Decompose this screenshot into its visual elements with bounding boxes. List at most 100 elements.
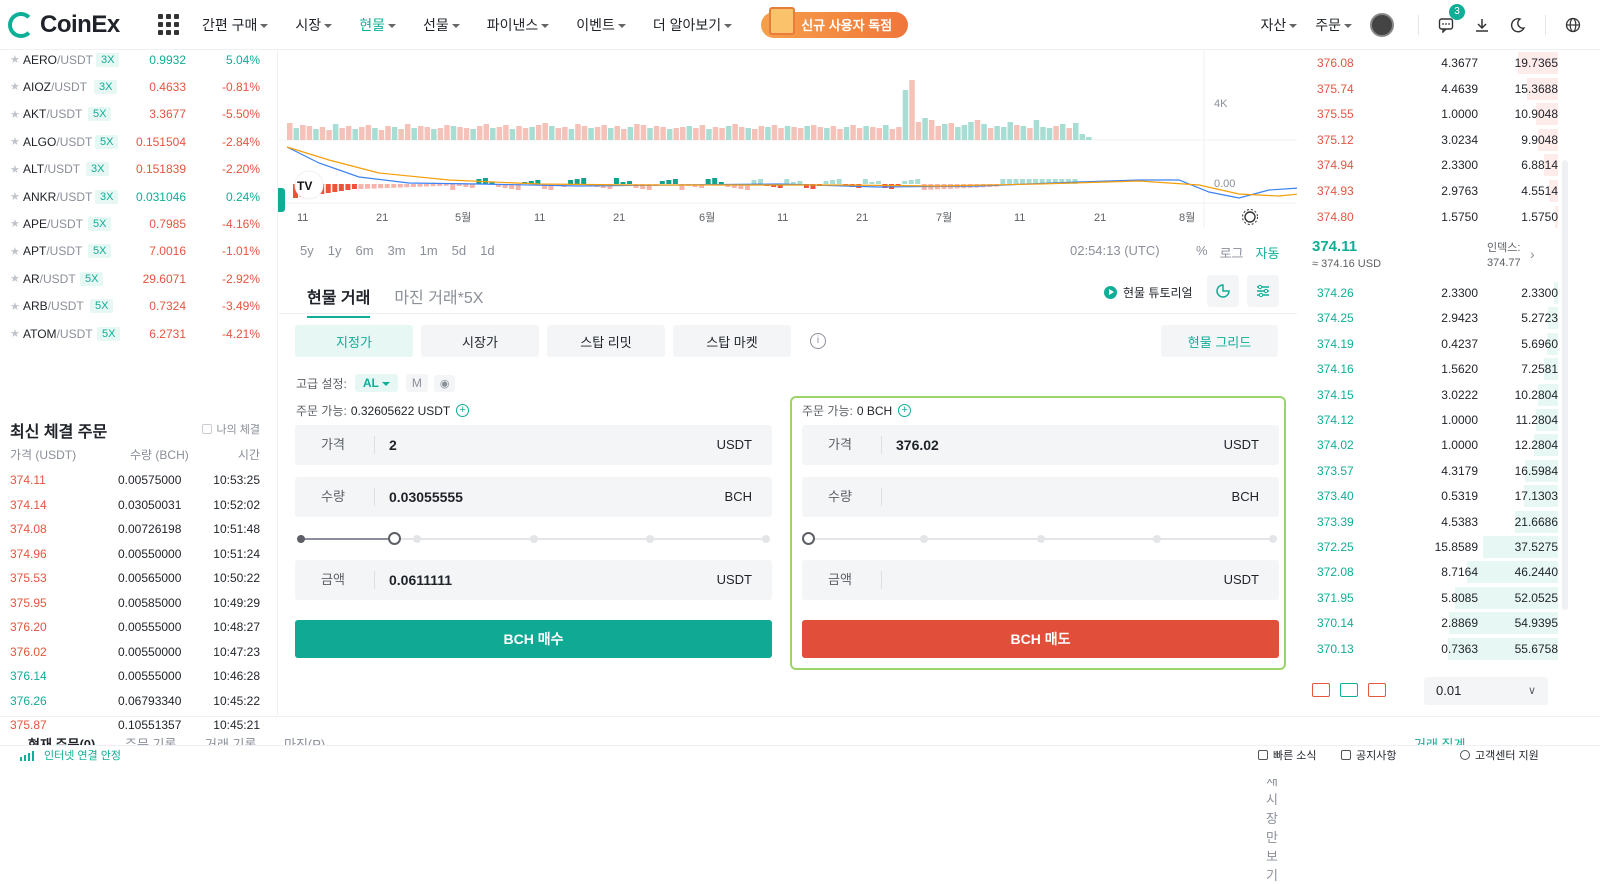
al-toggle[interactable]: AL — [354, 374, 398, 392]
market-row[interactable]: ★ ALT/USDT 3X 0.151839 -2.20% — [0, 156, 278, 183]
nav-item-events[interactable]: 이벤트 — [576, 15, 626, 35]
star-icon[interactable]: ★ — [10, 327, 20, 340]
order-book-row[interactable]: 375.74 4.4639 15.3688 — [1298, 76, 1558, 102]
slider-step-dot[interactable] — [920, 535, 929, 543]
order-book-row[interactable]: 373.57 4.3179 16.5984 — [1298, 458, 1558, 484]
my-trades-toggle[interactable]: 나의 체결 — [202, 421, 260, 437]
deposit-plus-icon[interactable]: + — [456, 404, 470, 417]
spot-tutorial-link[interactable]: 현물 튜토리얼 — [1104, 284, 1193, 301]
buy-price-field[interactable]: 가격 2 USDT — [295, 425, 772, 465]
sell-total-field[interactable]: 금액 USDT — [802, 560, 1279, 600]
sell-quantity-field[interactable]: 수량 BCH — [802, 477, 1279, 517]
slider-step-dot[interactable] — [1152, 535, 1161, 543]
range-3m[interactable]: 3m — [388, 243, 406, 258]
avatar[interactable] — [1370, 13, 1394, 37]
order-book-row[interactable]: 374.19 0.4237 5.6960 — [1298, 331, 1558, 357]
spot-grid-button[interactable]: 현물 그리드 — [1161, 325, 1278, 357]
settings-sliders-icon[interactable] — [1247, 275, 1279, 307]
nav-item-spot[interactable]: 현물 — [359, 15, 396, 35]
nav-item-futures[interactable]: 선물 — [423, 15, 460, 35]
slider-step-dot[interactable] — [413, 535, 422, 543]
market-row[interactable]: ★ ANKR/USDT 3X 0.031046 0.24% — [0, 183, 278, 210]
star-icon[interactable]: ★ — [10, 245, 20, 258]
range-1m[interactable]: 1m — [420, 243, 438, 258]
star-icon[interactable]: ★ — [10, 217, 20, 230]
quick-news-link[interactable]: 빠른 소식 — [1258, 747, 1317, 763]
auto-scale-toggle[interactable]: 자동 — [1255, 243, 1279, 262]
market-row[interactable]: ★ AKT/USDT 5X 3.3677 -5.50% — [0, 101, 278, 128]
star-icon[interactable]: ★ — [10, 80, 20, 93]
price-chart[interactable]: 4K 0.00 11 21 5월 11 21 6월 11 21 7월 11 21 8월 TV — [278, 50, 1297, 270]
info-icon[interactable]: i — [810, 333, 826, 349]
eye-icon[interactable]: ◉ — [433, 374, 456, 392]
star-icon[interactable]: ★ — [10, 135, 20, 148]
order-type-market[interactable]: 시장가 — [421, 325, 539, 357]
messages-icon[interactable]: 3 — [1437, 4, 1465, 34]
buy-quantity-field[interactable]: 수량 0.03055555 BCH — [295, 477, 772, 517]
price-precision-select[interactable]: 0.01 ∨ — [1424, 677, 1548, 705]
buy-price-input[interactable]: 2 — [389, 425, 397, 465]
buy-bch-button[interactable]: BCH 매수 — [295, 620, 772, 658]
log-scale-toggle[interactable]: 로그 — [1220, 243, 1244, 262]
order-book-row[interactable]: 373.40 0.5319 17.1303 — [1298, 483, 1558, 509]
globe-icon[interactable] — [1564, 16, 1582, 34]
assets-menu[interactable]: 자산 — [1260, 15, 1298, 35]
support-link[interactable]: 고객센터 지원 — [1460, 747, 1539, 763]
slider-handle[interactable] — [802, 532, 815, 545]
nav-item-market[interactable]: 시장 — [295, 15, 333, 35]
order-book-row[interactable]: 374.26 2.3300 2.3300 — [1298, 280, 1558, 306]
percent-scale-toggle[interactable]: % — [1196, 243, 1208, 262]
market-row[interactable]: ★ AERO/USDT 3X 0.9932 5.04% — [0, 46, 278, 73]
range-5y[interactable]: 5y — [300, 243, 314, 258]
order-book-row[interactable]: 376.08 4.3677 19.7365 — [1298, 50, 1558, 76]
order-book-row[interactable]: 373.39 4.5383 21.6686 — [1298, 509, 1558, 535]
order-book-row[interactable]: 375.55 1.0000 10.9048 — [1298, 101, 1558, 127]
star-icon[interactable]: ★ — [10, 190, 20, 203]
pie-chart-icon[interactable] — [1207, 275, 1239, 307]
range-6m[interactable]: 6m — [355, 243, 373, 258]
market-row[interactable]: ★ APT/USDT 5X 7.0016 -1.01% — [0, 238, 278, 265]
coinex-logo[interactable]: CoinEx — [8, 11, 150, 39]
download-icon[interactable] — [1473, 16, 1491, 34]
nav-item-quick-buy[interactable]: 간편 구매 — [202, 15, 269, 35]
sidebar-collapse-handle[interactable] — [278, 188, 285, 212]
star-icon[interactable]: ★ — [10, 53, 20, 66]
order-book-row[interactable]: 374.25 2.9423 5.2723 — [1298, 305, 1558, 331]
buy-total-input[interactable]: 0.0611111 — [389, 560, 452, 600]
order-book-row[interactable]: 371.95 5.8085 52.0525 — [1298, 585, 1558, 611]
market-row[interactable]: ★ ALGO/USDT 5X 0.151504 -2.84% — [0, 128, 278, 155]
order-book-row[interactable]: 374.02 1.0000 12.2804 — [1298, 432, 1558, 458]
order-type-stop-limit[interactable]: 스탑 리밋 — [547, 325, 665, 357]
dark-mode-icon[interactable] — [1509, 16, 1527, 34]
order-book-row[interactable]: 375.12 3.0234 9.9048 — [1298, 127, 1558, 153]
order-type-stop-market[interactable]: 스탑 마켓 — [673, 325, 791, 357]
book-view-bids-icon[interactable] — [1340, 683, 1358, 697]
order-book-scrollbar[interactable] — [1562, 160, 1568, 610]
star-icon[interactable]: ★ — [10, 272, 20, 285]
buy-quantity-input[interactable]: 0.03055555 — [389, 477, 463, 517]
slider-step-dot[interactable] — [1036, 535, 1045, 543]
market-row[interactable]: ★ ARB/USDT 5X 0.7324 -3.49% — [0, 293, 278, 320]
slider-step-dot[interactable] — [529, 535, 538, 543]
market-row[interactable]: ★ APE/USDT 5X 0.7985 -4.16% — [0, 210, 278, 237]
book-view-asks-icon[interactable] — [1368, 683, 1386, 697]
order-book-row[interactable]: 374.15 3.0222 10.2804 — [1298, 382, 1558, 408]
range-1y[interactable]: 1y — [328, 243, 342, 258]
buy-amount-slider[interactable] — [297, 532, 770, 546]
range-1d[interactable]: 1d — [480, 243, 494, 258]
slider-step-dot[interactable] — [645, 535, 654, 543]
nav-item-finance[interactable]: 파이낸스 — [487, 15, 550, 35]
slider-handle[interactable] — [388, 532, 401, 545]
chart-canvas[interactable]: 4K 0.00 11 21 5월 11 21 6월 11 21 7월 11 21 8월 TV — [279, 50, 1297, 250]
star-icon[interactable]: ★ — [10, 163, 20, 176]
sell-bch-button[interactable]: BCH 매도 — [802, 620, 1279, 658]
star-icon[interactable]: ★ — [10, 108, 20, 121]
checkbox[interactable] — [202, 424, 213, 434]
order-type-limit[interactable]: 지정가 — [295, 325, 413, 357]
order-book-row[interactable]: 372.25 15.8589 37.5275 — [1298, 534, 1558, 560]
sell-amount-slider[interactable] — [802, 532, 1277, 546]
new-user-promo-button[interactable]: 신규 사용자 독점 — [761, 6, 909, 38]
order-book-row[interactable]: 374.80 1.5750 1.5750 — [1298, 204, 1558, 230]
order-book-row[interactable]: 372.08 8.7164 46.2440 — [1298, 559, 1558, 585]
buy-total-field[interactable]: 금액 0.0611111 USDT — [295, 560, 772, 600]
